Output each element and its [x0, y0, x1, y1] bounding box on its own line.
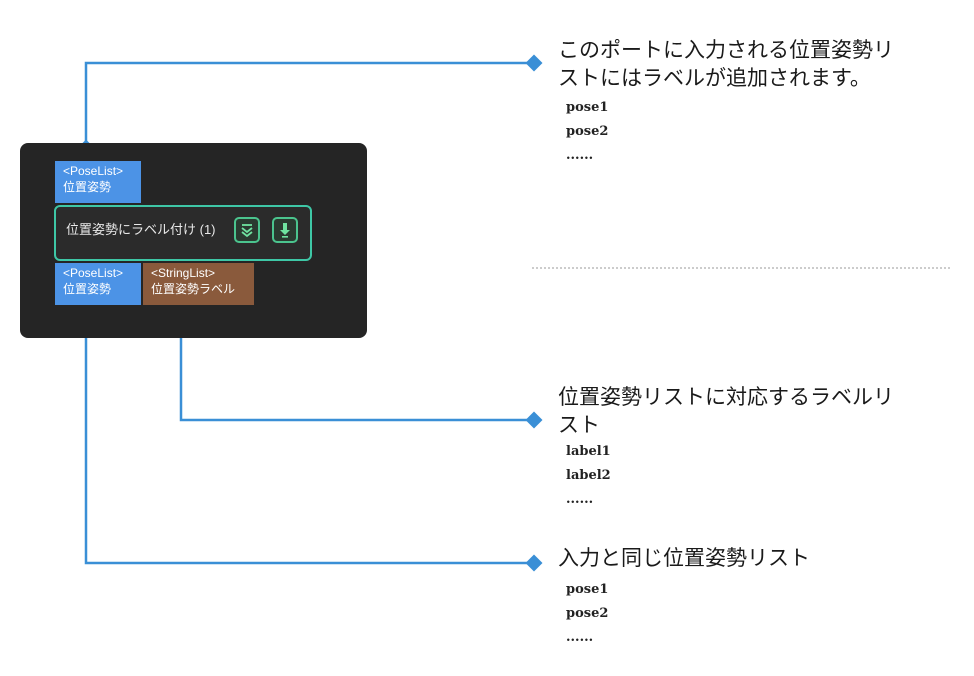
- step-title: 位置姿勢にラベル付け (1): [66, 222, 216, 237]
- list-item: pose2: [566, 124, 609, 139]
- diamond-marker: [525, 411, 543, 429]
- annotation-title: 入力と同じ位置姿勢リスト: [558, 546, 810, 570]
- step-node[interactable]: <PoseList> 位置姿勢 位置姿勢にラベル付け (1) <PoseList…: [20, 143, 367, 338]
- wire-output-pose-port: [84, 322, 534, 565]
- download-button[interactable]: [272, 217, 298, 243]
- output-port-poselist[interactable]: <PoseList> 位置姿勢: [55, 263, 141, 305]
- annotation-title: 位置姿勢リストに対応するラベルリ スト: [558, 385, 894, 437]
- download-arrow-icon: [280, 223, 290, 238]
- output-port-stringlist[interactable]: <StringList> 位置姿勢ラベル: [143, 263, 254, 305]
- annotation-item-list: pose1 pose2 ......: [566, 578, 608, 650]
- diamond-marker: [525, 54, 543, 72]
- annotation-item-list: pose1 pose2 ......: [566, 96, 608, 168]
- port-type-label: <PoseList>: [63, 164, 124, 178]
- port-type-label: <StringList>: [151, 266, 216, 280]
- collapse-chevron-icon: [241, 224, 253, 238]
- list-item: ......: [566, 492, 594, 507]
- list-item: label1: [566, 444, 611, 459]
- annotation-item-list: label1 label2 ......: [566, 440, 611, 512]
- input-port-poselist[interactable]: <PoseList> 位置姿勢: [55, 161, 141, 203]
- diamond-marker: [525, 554, 543, 572]
- port-name-label: 位置姿勢: [63, 282, 112, 296]
- step-body[interactable]: 位置姿勢にラベル付け (1): [54, 205, 312, 261]
- list-item: ......: [566, 630, 594, 645]
- port-type-label: <PoseList>: [63, 266, 124, 280]
- list-item: pose1: [566, 100, 609, 115]
- list-item: pose1: [566, 582, 609, 597]
- wire-input-port: [84, 61, 534, 148]
- list-item: pose2: [566, 606, 609, 621]
- list-item: label2: [566, 468, 611, 483]
- list-item: ......: [566, 148, 594, 163]
- annotation-title: このポートに入力される位置姿勢リ ストにはラベルが追加されます。: [558, 38, 894, 90]
- collapse-button[interactable]: [234, 217, 260, 243]
- port-name-label: 位置姿勢: [63, 180, 112, 194]
- connector-lines: [77, 54, 952, 572]
- port-name-label: 位置姿勢ラベル: [151, 282, 236, 296]
